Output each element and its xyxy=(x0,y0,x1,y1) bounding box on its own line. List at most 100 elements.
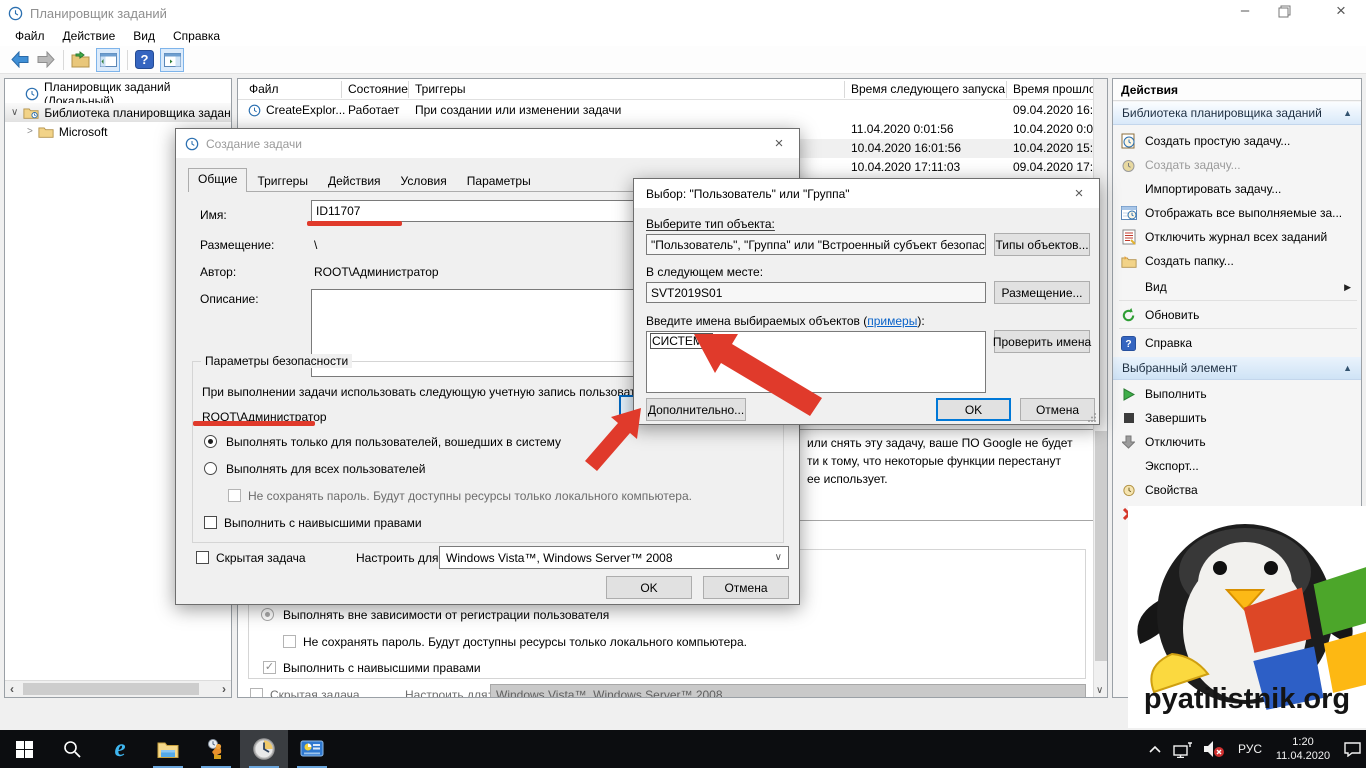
action-view[interactable]: Вид ▶ xyxy=(1113,275,1361,299)
actions-section-selected-item[interactable]: Выбранный элемент ▲ xyxy=(1113,357,1361,380)
tab-settings[interactable]: Параметры xyxy=(457,170,541,192)
taskbar-task-scheduler-button[interactable] xyxy=(240,730,288,768)
menu-file[interactable]: Файл xyxy=(6,29,54,43)
tray-show-hidden-icons[interactable] xyxy=(1142,730,1168,768)
preview-check-password[interactable] xyxy=(283,635,296,648)
select-dialog-titlebar[interactable]: Выбор: "Пользователь" или "Группа" × xyxy=(634,179,1099,208)
forward-button[interactable] xyxy=(36,51,56,68)
tray-network-icon[interactable] xyxy=(1168,730,1198,768)
close-button[interactable]: × xyxy=(1326,1,1356,21)
check-hidden-task[interactable] xyxy=(196,551,209,564)
taskbar-file-explorer-button[interactable] xyxy=(144,730,192,768)
select-cancel-button[interactable]: Отмена xyxy=(1020,398,1095,421)
tree-item-root[interactable]: Планировщик заданий (Локальный) xyxy=(5,84,231,103)
col-file[interactable]: Файл xyxy=(249,82,279,96)
taskbar-ad-tool-button[interactable] xyxy=(192,730,240,768)
action-import-task[interactable]: Импортировать задачу... xyxy=(1113,177,1361,201)
check-names-button[interactable]: Проверить имена xyxy=(994,330,1090,353)
action-end[interactable]: Завершить xyxy=(1113,406,1361,430)
dialog-close-button[interactable]: × xyxy=(759,129,799,158)
object-types-button[interactable]: Типы объектов... xyxy=(994,233,1090,256)
tray-clock[interactable]: 1:20 11.04.2020 xyxy=(1270,730,1336,768)
tree-h-scrollbar[interactable]: ‹ › xyxy=(5,680,231,697)
menu-help[interactable]: Справка xyxy=(164,29,229,43)
tray-volume-muted-icon[interactable] xyxy=(1198,730,1230,768)
create-cancel-button[interactable]: Отмена xyxy=(703,576,789,599)
scroll-thumb[interactable] xyxy=(1095,431,1107,661)
tab-conditions[interactable]: Условия xyxy=(391,170,457,192)
col-last-run[interactable]: Время прошлог xyxy=(1013,82,1100,96)
tab-general[interactable]: Общие xyxy=(188,168,247,192)
scroll-right-arrow[interactable]: › xyxy=(222,682,226,696)
back-button[interactable] xyxy=(10,51,30,68)
collapse-icon[interactable]: ▲ xyxy=(1343,108,1352,118)
radio-logged-only[interactable] xyxy=(204,435,217,448)
show-console-tree-button[interactable] xyxy=(96,48,120,72)
action-help[interactable]: ? Справка xyxy=(1113,331,1361,355)
actions-section-library[interactable]: Библиотека планировщика заданий ▲ xyxy=(1113,102,1361,125)
toolbar-separator xyxy=(63,50,64,70)
pyatilistnik-watermark-image: pyatilistnik.org xyxy=(1128,506,1366,728)
resize-grip[interactable] xyxy=(1087,412,1097,422)
menu-action[interactable]: Действие xyxy=(54,29,125,43)
title-bar[interactable]: Планировщик заданий – × xyxy=(0,0,1366,26)
export-list-button[interactable] xyxy=(71,51,90,68)
create-ok-button[interactable]: OK xyxy=(606,576,692,599)
preview-radio-independent[interactable] xyxy=(261,608,274,621)
taskbar-server-manager-button[interactable] xyxy=(288,730,336,768)
column-divider[interactable] xyxy=(844,81,845,98)
create-dialog-titlebar[interactable]: Создание задачи × xyxy=(176,129,799,158)
column-divider[interactable] xyxy=(341,81,342,98)
preview-hidden-check[interactable] xyxy=(250,688,263,698)
taskbar-search-button[interactable] xyxy=(48,730,96,768)
action-create-basic-task[interactable]: Создать простую задачу... xyxy=(1113,129,1361,153)
tree-expander-icon[interactable]: ∨ xyxy=(11,107,18,118)
action-create-task[interactable]: Создать задачу... xyxy=(1113,153,1361,177)
scroll-thumb[interactable] xyxy=(23,683,199,695)
action-run[interactable]: Выполнить xyxy=(1113,382,1361,406)
col-next-run[interactable]: Время следующего запуска xyxy=(851,82,1005,96)
dialog-close-button[interactable]: × xyxy=(1059,179,1099,208)
action-refresh[interactable]: Обновить xyxy=(1113,303,1361,327)
restore-button[interactable] xyxy=(1278,5,1291,18)
preview-check-highest[interactable]: ✓ xyxy=(263,661,276,674)
select-ok-button[interactable]: OK xyxy=(936,398,1011,421)
tray-notification-center-icon[interactable] xyxy=(1338,730,1366,768)
taskbar-internet-explorer-button[interactable]: e xyxy=(96,730,144,768)
tab-actions[interactable]: Действия xyxy=(318,170,391,192)
action-disable[interactable]: Отключить xyxy=(1113,430,1361,454)
dropdown-arrow-icon[interactable]: ∨ xyxy=(775,552,782,563)
help-button[interactable]: ? xyxy=(135,50,154,69)
scroll-left-arrow[interactable]: ‹ xyxy=(10,682,14,696)
action-export[interactable]: Экспорт... xyxy=(1113,454,1361,478)
configure-for-combo[interactable]: Windows Vista™, Windows Server™ 2008 ∨ xyxy=(439,546,789,569)
location-field[interactable]: SVT2019S01 xyxy=(646,282,986,303)
column-divider[interactable] xyxy=(408,81,409,98)
column-divider[interactable] xyxy=(1006,81,1007,98)
table-row[interactable]: CreateExplor... Работает При создании ил… xyxy=(238,101,1107,120)
start-button[interactable] xyxy=(0,730,48,768)
tab-triggers[interactable]: Триггеры xyxy=(247,170,318,192)
minimize-button[interactable]: – xyxy=(1230,2,1260,19)
action-disable-history[interactable]: Отключить журнал всех заданий xyxy=(1113,225,1361,249)
check-highest-privileges[interactable] xyxy=(204,516,217,529)
tray-language-indicator[interactable]: РУС xyxy=(1232,730,1268,768)
radio-all-users[interactable] xyxy=(204,462,217,475)
check-no-password[interactable] xyxy=(228,489,241,502)
scroll-down-arrow[interactable]: ∨ xyxy=(1096,685,1103,696)
examples-link[interactable]: примеры xyxy=(867,314,917,328)
menu-view[interactable]: Вид xyxy=(124,29,164,43)
action-display-running[interactable]: Отображать все выполняемые за... xyxy=(1113,201,1361,225)
collapse-icon[interactable]: ▲ xyxy=(1343,363,1352,373)
object-type-field[interactable]: "Пользователь", "Группа" или "Встроенный… xyxy=(646,234,986,255)
cell-next-run: 11.04.2020 0:01:56 xyxy=(851,122,954,136)
tree-item-library[interactable]: ∨ Библиотека планировщика задан xyxy=(5,103,231,122)
show-action-pane-button[interactable] xyxy=(160,48,184,72)
preview-configure-combo[interactable]: Windows Vista™, Windows Server™ 2008 xyxy=(490,684,1086,698)
location-button[interactable]: Размещение... xyxy=(994,281,1090,304)
action-new-folder[interactable]: Создать папку... xyxy=(1113,249,1361,273)
col-triggers[interactable]: Триггеры xyxy=(415,82,466,96)
col-state[interactable]: Состояние xyxy=(348,82,408,96)
action-properties[interactable]: Свойства xyxy=(1113,478,1361,502)
tree-expander-icon[interactable]: > xyxy=(27,126,33,137)
